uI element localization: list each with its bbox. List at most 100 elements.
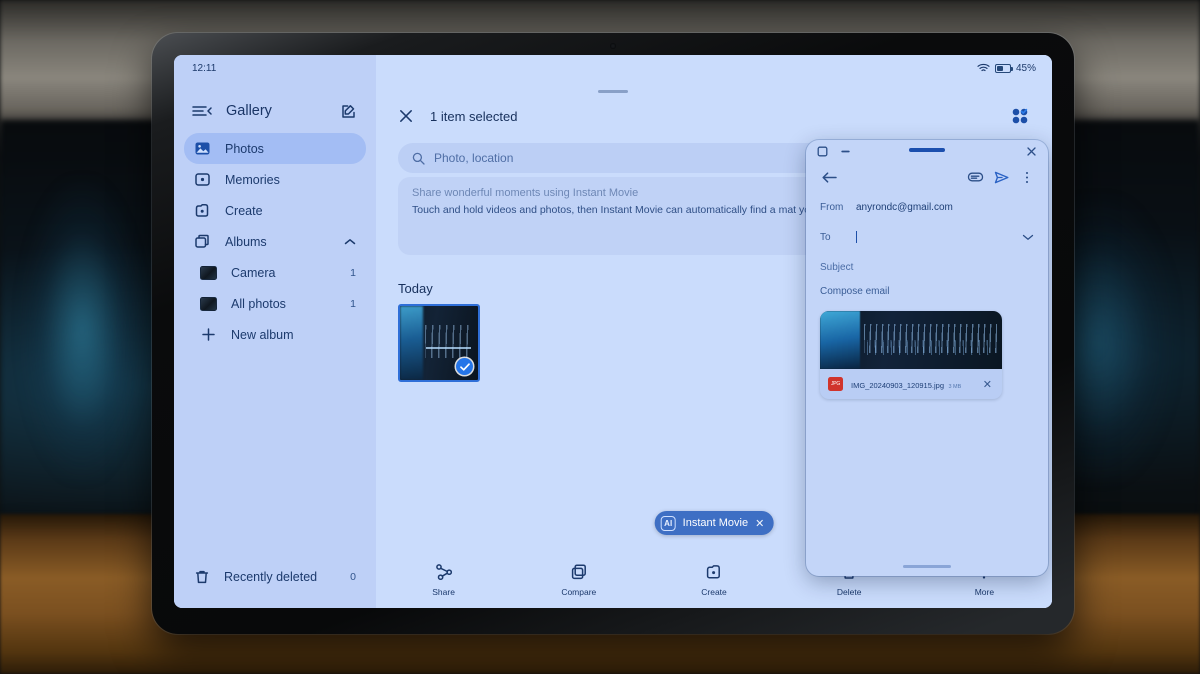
to-label: To [820,231,831,243]
photo-thumbnail[interactable] [398,304,480,382]
attachment-preview-image [820,311,1002,369]
selection-header: 1 item selected [376,95,1052,131]
sidebar-item-memories[interactable]: Memories [184,164,366,195]
more-vertical-icon[interactable] [1014,170,1040,185]
sidebar-item-recently-deleted[interactable]: Recently deleted 0 [184,560,366,594]
toolbar-item-share[interactable]: Share [376,562,511,597]
tablet-screen: 12:11 45% Gallery Photos Memories Create… [174,55,1052,608]
email-subject-row[interactable]: Subject [806,252,1048,282]
compare-icon [570,562,588,582]
check-icon[interactable] [456,358,473,375]
resize-handle[interactable] [903,565,951,568]
memories-icon [194,171,211,188]
close-x-icon[interactable]: ✕ [755,517,764,530]
trash-icon [194,569,210,585]
sidebar-item-albums[interactable]: Albums [184,226,366,257]
window-chrome [806,140,1048,162]
text-caret [856,231,857,243]
album-thumbnail [200,265,217,280]
photo-content-line [425,347,471,349]
photo-content-left [400,306,424,380]
photo-scene: 12:11 45% Gallery Photos Memories Create… [0,0,1200,674]
sidebar-item-label: Create [225,203,263,218]
email-to-row[interactable]: To [806,222,1048,252]
sidebar: Gallery Photos Memories Create Albums Ca… [174,55,376,608]
close-x-icon[interactable]: ✕ [983,378,994,391]
background-glow-left [22,180,142,480]
sidebar-item-label: New album [231,327,294,342]
email-body-placeholder[interactable]: Compose email [806,282,1048,297]
chevron-down-icon[interactable] [1022,233,1034,241]
select-all-icon[interactable] [1010,106,1030,126]
sidebar-item-label: Photos [225,141,264,156]
sidebar-item-all-photos[interactable]: All photos 1 [184,288,366,319]
back-arrow-icon[interactable] [816,170,842,185]
edit-compose-icon[interactable] [341,104,356,119]
toolbar-item-label: Create [701,586,727,597]
to-input[interactable] [856,231,1012,243]
attachment-image-left [820,311,861,369]
toolbar-item-label: Compare [561,586,597,597]
app-title: Gallery [226,103,272,119]
toolbar-item-label: Delete [836,586,862,597]
sidebar-item-label: Albums [225,234,267,249]
attachment-file-size: 3 MB [948,384,962,390]
email-compose-window: From anyrondc@gmail.com To Subject Compo… [806,140,1048,576]
instant-movie-chip[interactable]: AI Instant Movie ✕ [654,511,774,535]
attachment-info-row: JPG IMG_20240903_120915.jpg 3 MB ✕ [820,369,1002,399]
sidebar-header: Gallery [184,97,366,125]
email-from-row: From anyrondc@gmail.com [806,192,1048,222]
create-icon [194,202,211,219]
from-value[interactable]: anyrondc@gmail.com [856,202,1034,213]
sidebar-item-photos[interactable]: Photos [184,133,366,164]
chevron-up-icon[interactable] [344,238,356,246]
send-icon[interactable] [988,170,1014,185]
toolbar-item-label: Share [432,586,455,597]
from-label: From [820,201,844,213]
tablet-device: 12:11 45% Gallery Photos Memories Create… [152,33,1074,634]
attachment-image-marks-2 [867,340,993,356]
email-attachment[interactable]: JPG IMG_20240903_120915.jpg 3 MB ✕ [820,311,1002,399]
sidebar-item-label: All photos [231,296,286,311]
close-x-icon[interactable] [398,108,414,124]
search-icon [412,152,425,165]
sidebar-item-label: Camera [231,265,276,280]
sidebar-item-label: Recently deleted [224,570,318,584]
close-x-icon[interactable] [1025,145,1038,158]
email-window-footer [806,399,1048,576]
album-count: 1 [350,297,356,310]
share-icon [435,562,453,582]
toolbar-item-label: More [974,586,995,597]
chip-label: Instant Movie [682,517,749,529]
subject-placeholder: Subject [820,261,854,273]
attachment-icon[interactable] [962,170,988,184]
sidebar-item-new-album[interactable]: New album [184,319,366,350]
front-camera [610,43,616,49]
screen-divider [598,90,628,93]
maximize-icon[interactable] [816,145,829,158]
toolbar-item-compare[interactable]: Compare [511,562,646,597]
minimize-icon[interactable] [839,145,852,158]
drag-handle[interactable] [909,148,945,152]
attachment-file-name: IMG_20240903_120915.jpg [851,381,944,390]
image-file-icon: JPG [828,377,843,391]
create-icon [705,562,723,582]
sidebar-item-create[interactable]: Create [184,195,366,226]
plus-icon [200,326,217,343]
toolbar-item-create[interactable]: Create [646,562,781,597]
photo-content-marks [424,325,474,358]
album-thumbnail [200,296,217,311]
photos-icon [194,140,211,157]
attachment-meta: IMG_20240903_120915.jpg 3 MB [851,375,975,393]
selection-count-label: 1 item selected [430,108,518,124]
album-count: 1 [350,266,356,279]
sidebar-item-label: Memories [225,172,280,187]
email-toolbar [806,162,1048,192]
search-placeholder: Photo, location [434,151,514,165]
sidebar-item-camera[interactable]: Camera 1 [184,257,366,288]
albums-icon [194,233,211,250]
ai-icon: AI [660,515,676,531]
hamburger-collapse-icon[interactable] [192,104,212,118]
recently-deleted-count: 0 [350,571,356,583]
